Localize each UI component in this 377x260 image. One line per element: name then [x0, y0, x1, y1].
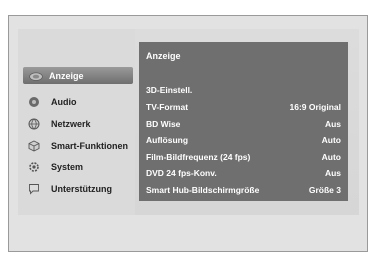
setting-value: Größe 3: [308, 185, 341, 195]
setting-value: Aus: [324, 119, 341, 129]
sidebar-item-label: Unterstützung: [51, 183, 112, 194]
setting-row-aufloesung[interactable]: Auflösung Auto: [146, 133, 341, 147]
setting-value: Aus: [324, 168, 341, 178]
setting-row-film-bildfrequenz[interactable]: Film-Bildfrequenz (24 fps) Auto: [146, 150, 341, 164]
setting-label: 3D-Einstell.: [146, 85, 193, 95]
sidebar-item-label: Anzeige: [49, 70, 84, 81]
sidebar-item-anzeige[interactable]: Anzeige: [23, 67, 133, 84]
setting-value: 16:9 Original: [289, 102, 342, 112]
setting-label: Auflösung: [146, 135, 189, 145]
sidebar-item-label: Smart-Funktionen: [51, 140, 129, 151]
cube-icon: [27, 139, 41, 153]
setting-label: DVD 24 fps-Konv.: [146, 168, 217, 178]
gear-icon: [27, 160, 41, 174]
settings-panel: Anzeige 3D-Einstell. TV-Format 16:9 Orig…: [139, 42, 348, 201]
speaker-icon: [27, 95, 41, 109]
setting-label: BD Wise: [146, 119, 181, 129]
setting-row-3d[interactable]: 3D-Einstell.: [146, 83, 341, 97]
sidebar-item-unterstuetzung[interactable]: Unterstützung: [22, 179, 134, 198]
setting-row-dvd-24fps[interactable]: DVD 24 fps-Konv. Aus: [146, 166, 341, 180]
display-icon: [29, 69, 43, 83]
setting-row-smart-hub-groesse[interactable]: Smart Hub-Bildschirmgröße Größe 3: [146, 183, 341, 197]
setting-label: TV-Format: [146, 102, 189, 112]
sidebar-item-label: Netzwerk: [51, 118, 91, 129]
setting-label: Film-Bildfrequenz (24 fps): [146, 152, 251, 162]
setting-row-bd-wise[interactable]: BD Wise Aus: [146, 117, 341, 131]
sidebar-item-system[interactable]: System: [22, 157, 134, 176]
setting-row-tv-format[interactable]: TV-Format 16:9 Original: [146, 100, 341, 114]
sidebar-item-smart-funktionen[interactable]: Smart-Funktionen: [22, 136, 134, 155]
network-globe-icon: [27, 117, 41, 131]
setting-value: Auto: [321, 152, 341, 162]
sidebar-item-label: System: [51, 161, 84, 172]
speech-bubble-icon: [27, 182, 41, 196]
sidebar-item-netzwerk[interactable]: Netzwerk: [22, 114, 134, 133]
setting-label: Smart Hub-Bildschirmgröße: [146, 185, 260, 195]
sidebar-item-label: Audio: [51, 96, 77, 107]
setting-value: Auto: [321, 135, 341, 145]
sidebar-item-audio[interactable]: Audio: [22, 92, 134, 111]
panel-title: Anzeige: [146, 51, 181, 61]
